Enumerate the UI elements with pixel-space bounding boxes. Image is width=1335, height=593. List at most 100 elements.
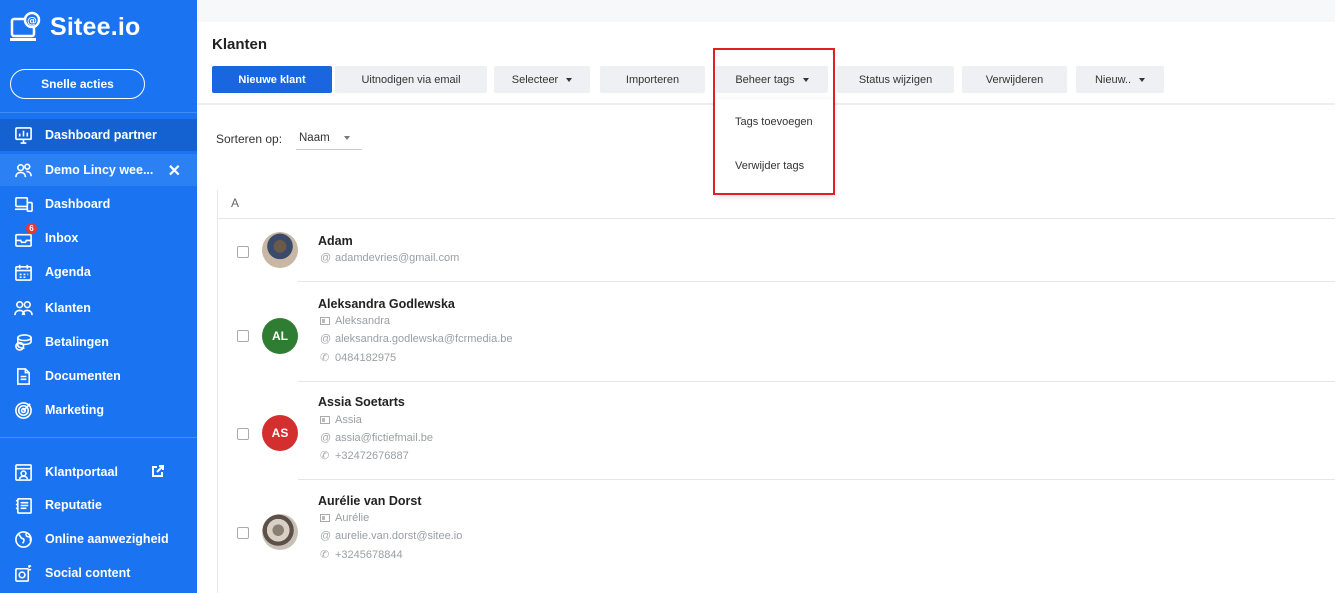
caret-down-icon	[802, 77, 809, 82]
client-firstname: Assia	[335, 414, 362, 426]
select-dropdown-button[interactable]: Selecteer	[494, 66, 590, 93]
sidebar-item-reputatie[interactable]: Reputatie	[0, 489, 197, 521]
avatar: AL	[262, 318, 298, 354]
client-phone-row: ✆ +32472676887	[320, 449, 409, 463]
at-icon: @	[320, 333, 332, 345]
sidebar-item-dashboard-partner[interactable]: Dashboard partner	[0, 119, 197, 151]
sidebar-item-marketing[interactable]: Marketing	[0, 394, 197, 426]
menu-item-remove-tags[interactable]: Verwijder tags	[735, 160, 804, 172]
client-email-row: @ adamdevries@gmail.com	[320, 252, 459, 264]
sidebar-item-label: Demo Lincy wee...	[45, 163, 154, 177]
logo-icon: @	[10, 11, 41, 41]
menu-item-add-tags[interactable]: Tags toevoegen	[735, 116, 813, 128]
quick-actions-button[interactable]: Snelle acties	[10, 69, 145, 99]
inbox-badge: 6	[26, 223, 37, 234]
delete-button[interactable]: Verwijderen	[962, 66, 1067, 93]
external-link-icon[interactable]	[151, 464, 165, 478]
sidebar-item-label: Documenten	[45, 369, 121, 383]
sidebar-item-label: Inbox	[45, 231, 79, 245]
sidebar-item-documenten[interactable]: Documenten	[0, 360, 197, 392]
sidebar-item-label: Online aanwezigheid	[45, 532, 169, 546]
manage-tags-label: Beheer tags	[735, 73, 795, 86]
sidebar-item-label: Dashboard partner	[45, 128, 157, 142]
caret-down-icon	[1139, 77, 1146, 82]
sidebar-item-label: Klanten	[45, 301, 91, 315]
sort-select[interactable]: Naam	[296, 126, 362, 150]
client-name[interactable]: Aleksandra Godlewska	[318, 297, 455, 311]
sidebar-item-online-aanwezigheid[interactable]: Online aanwezigheid	[0, 523, 197, 555]
at-icon: @	[320, 252, 332, 264]
customers-icon	[13, 298, 33, 318]
svg-text:@: @	[27, 16, 37, 27]
client-name[interactable]: Aurélie van Dorst	[318, 494, 422, 508]
sidebar-item-dashboard[interactable]: Dashboard	[0, 188, 197, 220]
sidebar-divider	[0, 437, 197, 438]
client-phone: +32472676887	[335, 449, 409, 462]
new-dropdown-button[interactable]: Nieuw..	[1076, 66, 1164, 93]
at-icon: @	[320, 432, 332, 444]
sidebar-item-inbox[interactable]: 6 Inbox	[0, 222, 197, 254]
at-icon: @	[320, 530, 332, 542]
sidebar-item-klantportaal[interactable]: Klantportaal	[0, 456, 197, 488]
select-label: Selecteer	[511, 73, 559, 86]
client-email: aleksandra.godlewska@fcrmedia.be	[335, 333, 513, 345]
row-checkbox[interactable]	[237, 330, 249, 342]
client-email: adamdevries@gmail.com	[335, 252, 460, 264]
client-email: assia@fictiefmail.be	[335, 432, 433, 444]
invite-email-button[interactable]: Uitnodigen via email	[335, 66, 487, 93]
sidebar-item-label: Dashboard	[45, 197, 111, 211]
sidebar-item-label: Klantportaal	[45, 465, 118, 479]
manage-tags-button[interactable]: Beheer tags	[716, 66, 828, 93]
change-status-button[interactable]: Status wijzigen	[837, 66, 954, 93]
logo-text: Sitee.io	[50, 12, 141, 41]
sidebar-item-betalingen[interactable]: Betalingen	[0, 326, 197, 358]
row-divider	[298, 479, 1335, 480]
sidebar-item-agenda[interactable]: Agenda	[0, 256, 197, 288]
client-firstname: Aurélie	[335, 512, 370, 524]
social-icon	[13, 563, 33, 583]
users-icon	[13, 160, 33, 180]
id-card-icon	[320, 514, 330, 522]
sidebar-item-social-content[interactable]: Social content	[0, 557, 197, 589]
sidebar-item-klanten[interactable]: Klanten	[0, 292, 197, 324]
sort-value: Naam	[299, 131, 330, 144]
avatar	[262, 514, 298, 550]
manage-tags-menu: Tags toevoegen Verwijder tags	[715, 99, 834, 195]
section-letter: A	[231, 196, 240, 210]
document-icon	[13, 366, 33, 386]
sidebar-divider	[0, 112, 197, 113]
phone-icon: ✆	[320, 549, 330, 561]
devices-icon	[13, 194, 33, 214]
sidebar-item-demo-client[interactable]: Demo Lincy wee... ✕	[0, 154, 197, 186]
new-label: Nieuw..	[1094, 73, 1132, 86]
row-divider	[298, 381, 1335, 382]
sidebar-item-label: Social content	[45, 566, 131, 580]
sort-label: Sorteren op:	[216, 132, 283, 146]
sidebar-item-label: Marketing	[45, 403, 105, 417]
caret-down-icon	[343, 135, 350, 140]
avatar	[262, 232, 298, 268]
caret-down-icon	[566, 77, 573, 82]
globe-icon	[13, 529, 33, 549]
review-icon	[13, 495, 33, 515]
new-client-button[interactable]: Nieuwe klant	[212, 66, 332, 93]
row-checkbox[interactable]	[237, 428, 249, 440]
logo[interactable]: @ Sitee.io	[10, 10, 141, 44]
client-name[interactable]: Adam	[318, 234, 353, 248]
monitor-chart-icon	[13, 125, 33, 145]
calendar-icon	[13, 262, 33, 282]
coins-icon	[13, 332, 33, 352]
client-email-row: @ assia@fictiefmail.be	[320, 432, 433, 444]
row-checkbox[interactable]	[237, 246, 249, 258]
top-bar	[197, 0, 1335, 22]
client-name[interactable]: Assia Soetarts	[318, 395, 405, 409]
sidebar-item-label: Reputatie	[45, 498, 102, 512]
client-firstname-row: Aurélie	[320, 512, 369, 524]
portal-icon	[13, 462, 33, 482]
row-checkbox[interactable]	[237, 527, 249, 539]
client-firstname-row: Assia	[320, 414, 362, 426]
client-phone: 0484182975	[335, 351, 397, 364]
close-icon[interactable]: ✕	[168, 161, 181, 181]
import-button[interactable]: Importeren	[600, 66, 705, 93]
client-phone-row: ✆ 0484182975	[320, 351, 397, 365]
